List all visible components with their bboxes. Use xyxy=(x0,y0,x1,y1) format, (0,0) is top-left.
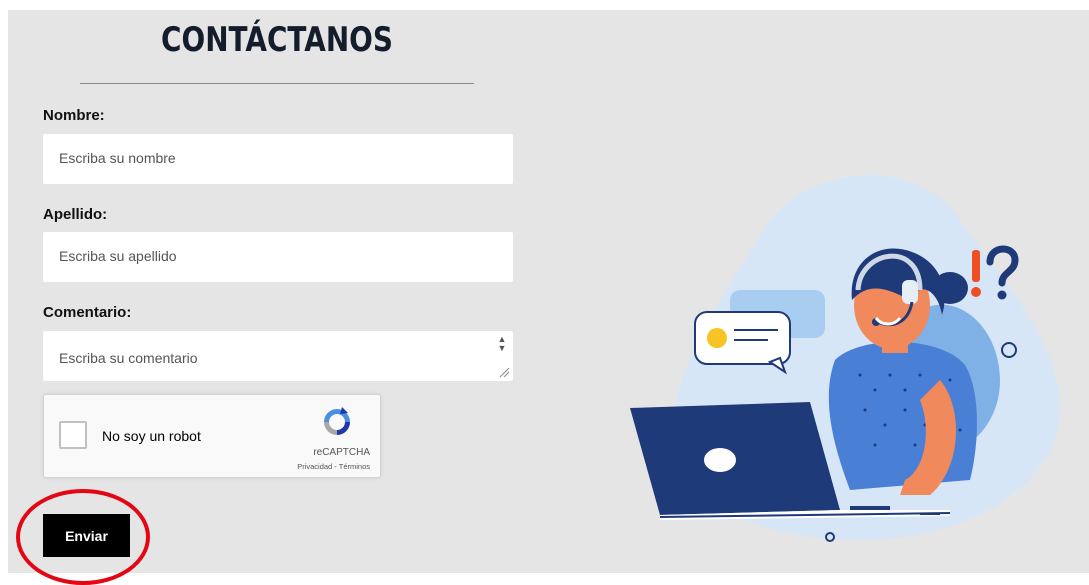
last-name-label: Apellido: xyxy=(43,206,108,223)
recaptcha-checkbox[interactable] xyxy=(59,421,87,449)
comment-label: Comentario: xyxy=(43,304,132,321)
resize-grip-icon[interactable] xyxy=(499,367,510,378)
first-name-input[interactable]: Escriba su nombre xyxy=(43,134,513,184)
support-agent-illustration xyxy=(630,175,1061,542)
comment-placeholder: Escriba su comentario xyxy=(59,350,198,366)
highlight-circle xyxy=(16,489,150,585)
recaptcha-widget: No soy un robot reCAPTCHA Privacidad - T… xyxy=(43,394,381,478)
scroll-arrows-icon[interactable]: ▲ ▼ xyxy=(497,335,507,353)
recaptcha-terms-link[interactable]: Privacidad - Términos xyxy=(244,462,370,471)
first-name-placeholder: Escriba su nombre xyxy=(59,150,176,166)
recaptcha-logo-icon xyxy=(324,407,350,435)
recaptcha-label: No soy un robot xyxy=(102,428,201,444)
first-name-label: Nombre: xyxy=(43,107,105,124)
title-divider xyxy=(80,83,474,84)
page-title: CONTÁCTANOS xyxy=(161,20,393,60)
comment-textarea[interactable]: Escriba su comentario ▲ ▼ xyxy=(43,331,513,381)
recaptcha-brand: reCAPTCHA xyxy=(313,447,370,458)
last-name-placeholder: Escriba su apellido xyxy=(59,248,177,264)
last-name-input[interactable]: Escriba su apellido xyxy=(43,232,513,282)
